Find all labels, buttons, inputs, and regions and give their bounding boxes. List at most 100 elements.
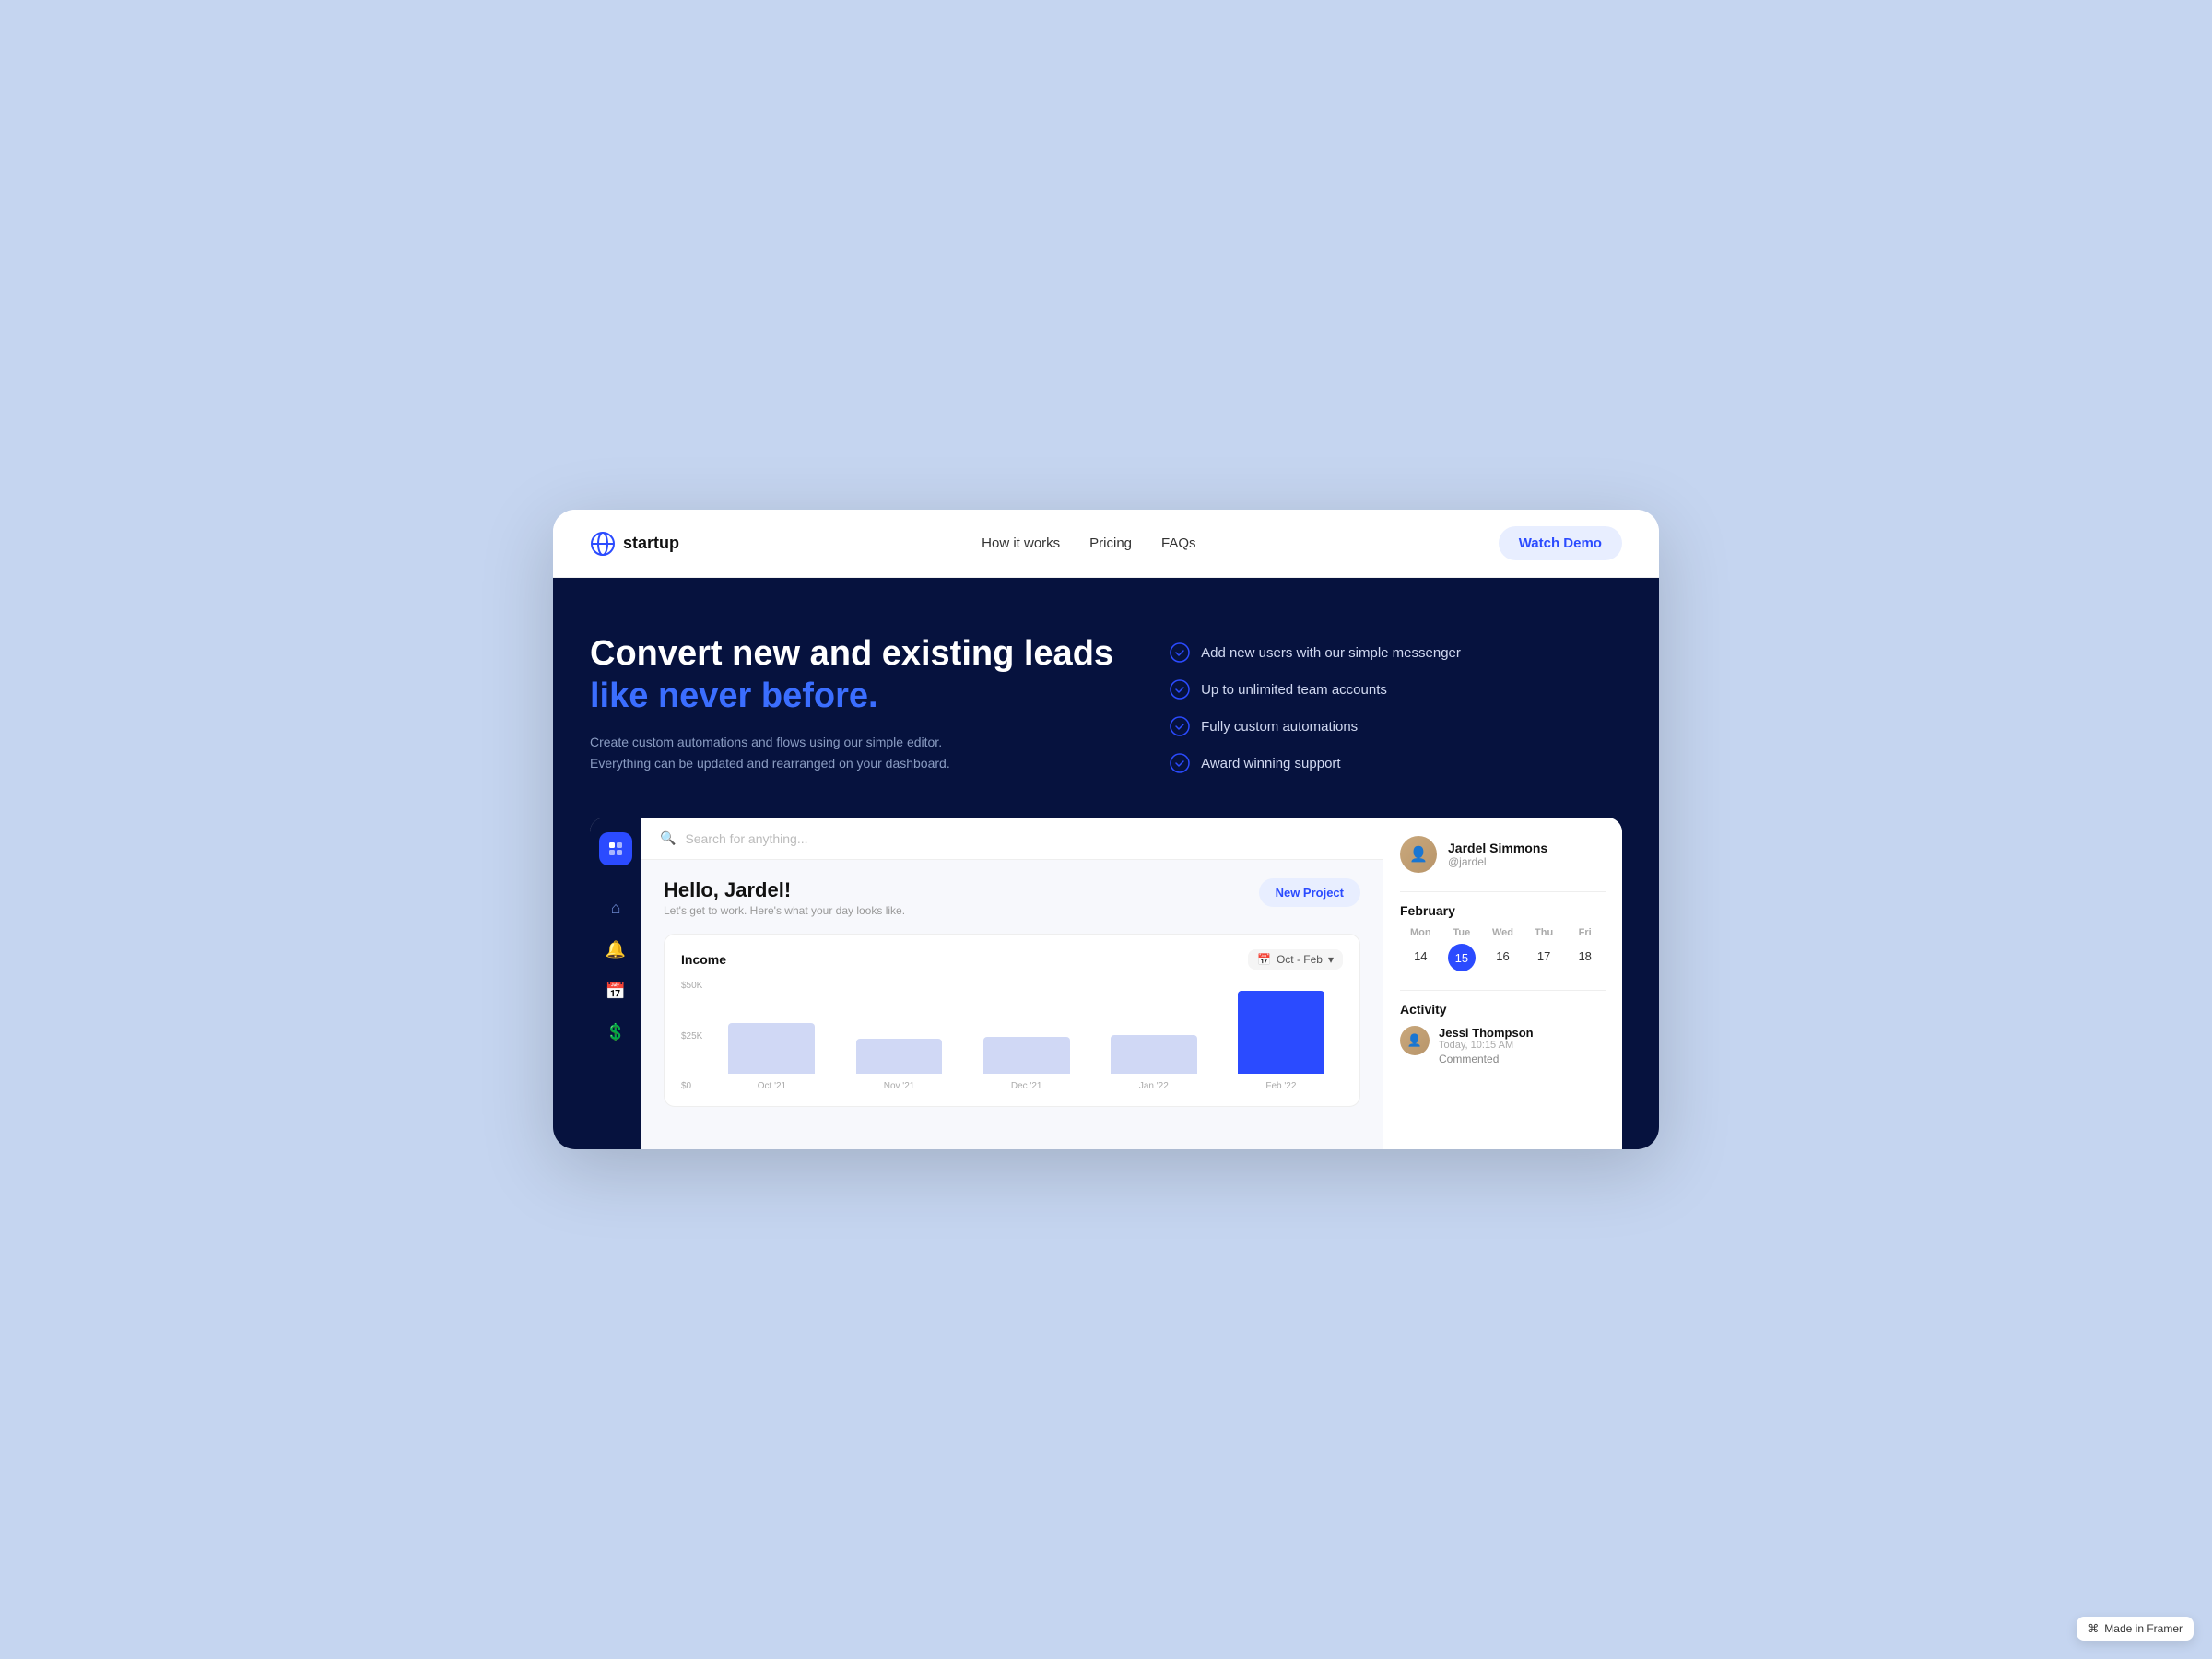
profile-handle: @jardel <box>1448 855 1547 868</box>
bar-group-dec: Dec '21 <box>965 1037 1088 1091</box>
logo-text: startup <box>623 534 679 553</box>
bar-group-jan: Jan '22 <box>1092 1035 1216 1091</box>
sidebar-bell-icon[interactable]: 🔔 <box>606 940 626 959</box>
hero-title: Convert new and existing leads like neve… <box>590 633 1133 717</box>
sidebar-logo-button[interactable] <box>599 832 632 865</box>
nav-faqs[interactable]: FAQs <box>1161 535 1196 551</box>
check-icon-4 <box>1170 753 1190 773</box>
activity-title: Activity <box>1400 1002 1606 1017</box>
dashboard-content: Hello, Jardel! Let's get to work. Here's… <box>641 860 1382 1125</box>
activity-info: Jessi Thompson Today, 10:15 AM Commented <box>1439 1026 1534 1065</box>
search-icon: 🔍 <box>660 830 676 846</box>
divider-1 <box>1400 891 1606 892</box>
income-chart: Income 📅 Oct - Feb ▾ $50K $25K $ <box>664 934 1360 1107</box>
cal-day-15[interactable]: 15 <box>1448 944 1476 971</box>
logo-icon <box>590 531 616 557</box>
jessi-avatar: 👤 <box>1400 1026 1430 1055</box>
bar-jan <box>1111 1035 1197 1074</box>
bar-label-oct: Oct '21 <box>758 1081 786 1091</box>
bar-feb <box>1238 991 1324 1074</box>
bar-group-oct: Oct '21 <box>710 1023 833 1091</box>
dashboard-header-row: Hello, Jardel! Let's get to work. Here's… <box>664 878 1360 917</box>
cal-header-tue: Tue <box>1441 927 1483 938</box>
framer-icon: ⌘ <box>2088 1622 2099 1635</box>
dashboard-card: ⌂ 🔔 📅 💲 🔍 Search for anything... Hello, … <box>590 818 1622 1149</box>
feature-item-2: Up to unlimited team accounts <box>1170 679 1622 700</box>
greeting-text: Hello, Jardel! <box>664 878 905 902</box>
calendar-month: February <box>1400 903 1606 918</box>
y-axis-labels: $50K $25K $0 <box>681 981 702 1091</box>
divider-2 <box>1400 990 1606 991</box>
feature-text-3: Fully custom automations <box>1201 719 1358 735</box>
dashboard-right-panel: 👤 Jardel Simmons @jardel February Mon Tu… <box>1382 818 1622 1149</box>
feature-text-4: Award winning support <box>1201 756 1340 771</box>
nav-pricing[interactable]: Pricing <box>1089 535 1132 551</box>
activity-item-1: 👤 Jessi Thompson Today, 10:15 AM Comment… <box>1400 1026 1606 1065</box>
bar-oct <box>728 1023 815 1074</box>
bar-label-dec: Dec '21 <box>1011 1081 1042 1091</box>
navbar: startup How it works Pricing FAQs Watch … <box>553 510 1659 578</box>
bar-label-nov: Nov '21 <box>884 1081 915 1091</box>
profile-info: Jardel Simmons @jardel <box>1448 841 1547 868</box>
cal-header-mon: Mon <box>1400 927 1441 938</box>
chart-header: Income 📅 Oct - Feb ▾ <box>681 949 1343 970</box>
hero-right: Add new users with our simple messenger … <box>1170 633 1622 790</box>
dashboard-topbar: 🔍 Search for anything... <box>641 818 1382 860</box>
bar-group-nov: Nov '21 <box>837 1039 960 1091</box>
y-label-50k: $50K <box>681 981 702 991</box>
bar-nov <box>856 1039 943 1074</box>
dashboard-wrapper: ⌂ 🔔 📅 💲 🔍 Search for anything... Hello, … <box>553 790 1659 1149</box>
check-icon-1 <box>1170 642 1190 663</box>
bars-area: Oct '21 Nov '21 Dec '21 <box>710 981 1343 1091</box>
greeting-area: Hello, Jardel! Let's get to work. Here's… <box>664 878 905 917</box>
browser-frame: startup How it works Pricing FAQs Watch … <box>553 510 1659 1149</box>
cal-day-14[interactable]: 14 <box>1400 944 1441 971</box>
cal-header-fri: Fri <box>1564 927 1606 938</box>
chart-area: $50K $25K $0 Oct '21 <box>681 981 1343 1091</box>
framer-badge: ⌘ Made in Framer <box>2077 1617 2194 1641</box>
hero-section: Convert new and existing leads like neve… <box>553 578 1659 790</box>
dashboard-main: 🔍 Search for anything... Hello, Jardel! … <box>641 818 1382 1149</box>
check-icon-3 <box>1170 716 1190 736</box>
chart-range-selector[interactable]: 📅 Oct - Feb ▾ <box>1248 949 1343 970</box>
chart-title: Income <box>681 952 726 967</box>
chevron-down-icon: ▾ <box>1328 953 1334 966</box>
feature-item-4: Award winning support <box>1170 753 1622 773</box>
check-icon-2 <box>1170 679 1190 700</box>
search-input[interactable]: Search for anything... <box>685 831 807 846</box>
sidebar-logo-icon <box>607 841 624 857</box>
hero-left: Convert new and existing leads like neve… <box>590 633 1133 773</box>
calendar-row: 14 15 16 17 18 <box>1400 944 1606 971</box>
nav-links: How it works Pricing FAQs <box>982 535 1195 552</box>
activity-time: Today, 10:15 AM <box>1439 1040 1534 1051</box>
nav-how-it-works[interactable]: How it works <box>982 535 1060 551</box>
sidebar-calendar-icon[interactable]: 📅 <box>606 982 626 1001</box>
jardel-avatar: 👤 <box>1400 836 1437 873</box>
feature-text-1: Add new users with our simple messenger <box>1201 645 1461 661</box>
cal-header-wed: Wed <box>1482 927 1524 938</box>
activity-action: Commented <box>1439 1053 1534 1065</box>
sidebar-dollar-icon[interactable]: 💲 <box>606 1023 626 1042</box>
bar-label-feb: Feb '22 <box>1265 1081 1296 1091</box>
new-project-button[interactable]: New Project <box>1259 878 1360 907</box>
y-label-0: $0 <box>681 1081 702 1091</box>
hero-title-blue: like never before. <box>590 677 878 715</box>
logo-area: startup <box>590 531 679 557</box>
watch-demo-button[interactable]: Watch Demo <box>1499 526 1622 560</box>
calendar-section: February Mon Tue Wed Thu Fri 14 15 16 17… <box>1400 903 1606 971</box>
sidebar-home-icon[interactable]: ⌂ <box>611 899 621 918</box>
y-label-25k: $25K <box>681 1031 702 1041</box>
cal-day-16[interactable]: 16 <box>1482 944 1524 971</box>
hero-description: Create custom automations and flows usin… <box>590 732 977 773</box>
bar-group-feb: Feb '22 <box>1219 991 1343 1091</box>
feature-item-3: Fully custom automations <box>1170 716 1622 736</box>
cal-header-thu: Thu <box>1524 927 1565 938</box>
cal-day-18[interactable]: 18 <box>1564 944 1606 971</box>
dashboard-sidebar: ⌂ 🔔 📅 💲 <box>590 818 641 1149</box>
activity-section: Activity 👤 Jessi Thompson Today, 10:15 A… <box>1400 1002 1606 1065</box>
calendar-icon-small: 📅 <box>1257 953 1271 966</box>
cal-day-17[interactable]: 17 <box>1524 944 1565 971</box>
bar-dec <box>983 1037 1070 1074</box>
calendar-day-headers: Mon Tue Wed Thu Fri <box>1400 927 1606 938</box>
greeting-sub: Let's get to work. Here's what your day … <box>664 904 905 917</box>
